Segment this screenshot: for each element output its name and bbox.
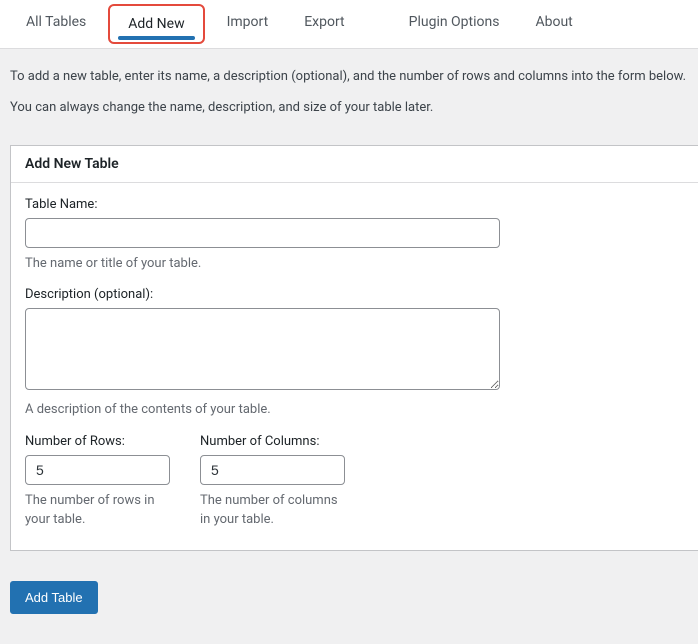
tab-import[interactable]: Import <box>209 0 287 48</box>
field-rows: Number of Rows: The number of rows in yo… <box>25 434 170 530</box>
tab-add-new[interactable]: Add New <box>108 4 204 44</box>
helper-table-name: The name or title of your table. <box>25 254 684 274</box>
tab-all-tables[interactable]: All Tables <box>8 0 104 48</box>
input-rows[interactable] <box>25 455 170 485</box>
tab-export[interactable]: Export <box>286 0 362 48</box>
panel-body: Table Name: The name or title of your ta… <box>11 183 698 550</box>
tab-about[interactable]: About <box>517 0 590 48</box>
label-description: Description (optional): <box>25 287 684 302</box>
panel-title: Add New Table <box>11 146 698 183</box>
input-columns[interactable] <box>200 455 345 485</box>
intro-line-2: You can always change the name, descript… <box>10 98 688 119</box>
field-table-name: Table Name: The name or title of your ta… <box>25 197 684 274</box>
helper-rows: The number of rows in your table. <box>25 491 170 530</box>
add-table-button[interactable]: Add Table <box>10 581 98 614</box>
label-table-name: Table Name: <box>25 197 684 212</box>
label-columns: Number of Columns: <box>200 434 345 449</box>
tab-plugin-options[interactable]: Plugin Options <box>391 0 518 48</box>
intro-text: To add a new table, enter its name, a de… <box>0 49 698 137</box>
submit-area: Add Table <box>0 551 698 644</box>
input-description[interactable] <box>25 308 500 390</box>
nav-tabs: All Tables Add New Import Export Plugin … <box>0 0 698 49</box>
label-rows: Number of Rows: <box>25 434 170 449</box>
input-table-name[interactable] <box>25 218 500 248</box>
intro-line-1: To add a new table, enter its name, a de… <box>10 67 688 88</box>
field-description: Description (optional): A description of… <box>25 287 684 420</box>
helper-description: A description of the contents of your ta… <box>25 400 684 420</box>
helper-columns: The number of columns in your table. <box>200 491 345 530</box>
add-new-table-panel: Add New Table Table Name: The name or ti… <box>10 145 698 551</box>
field-columns: Number of Columns: The number of columns… <box>200 434 345 530</box>
rows-columns-group: Number of Rows: The number of rows in yo… <box>25 434 684 530</box>
